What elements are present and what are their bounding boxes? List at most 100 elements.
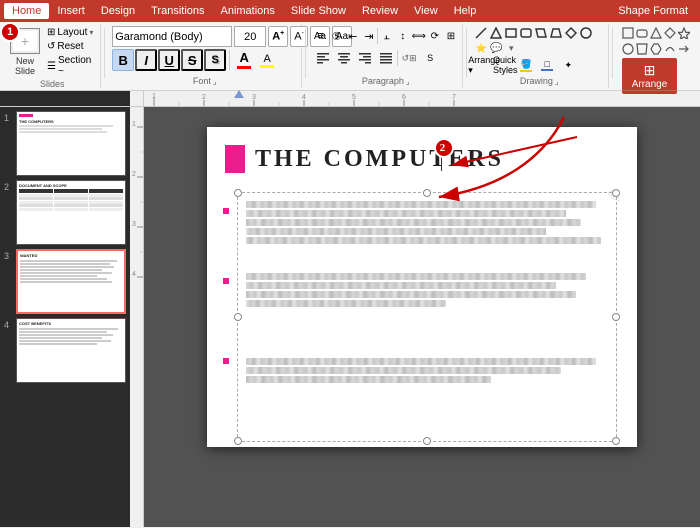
new-slide-button[interactable]: + New Slide 1 <box>8 26 42 78</box>
menu-view[interactable]: View <box>406 3 446 19</box>
shape-grid-4[interactable] <box>663 26 676 40</box>
smartart-button[interactable]: ⊞ <box>443 26 458 46</box>
slide-thumb-2[interactable]: DOCUMENT AND SCOPE <box>16 180 126 245</box>
menu-transitions[interactable]: Transitions <box>143 3 212 19</box>
shape-rect[interactable] <box>504 26 518 40</box>
font-size-input[interactable] <box>234 26 266 47</box>
shape-grid-2[interactable] <box>636 26 649 40</box>
menu-slideshow[interactable]: Slide Show <box>283 3 354 19</box>
shape-circle[interactable] <box>579 26 593 40</box>
shape-fill-button[interactable]: 🪣 <box>516 55 536 75</box>
shape-grid-5[interactable] <box>677 26 690 40</box>
slide-canvas[interactable]: THE COMPUTERS 2 ✎ <box>207 127 637 447</box>
menu-home[interactable]: Home <box>4 3 49 19</box>
menu-shapeformat[interactable]: Shape Format <box>610 3 696 19</box>
bold-button[interactable]: B <box>112 49 134 71</box>
quick-styles-button[interactable]: QuickStyles <box>495 55 515 75</box>
vertical-ruler: 1 2 3 4 <box>130 107 144 527</box>
thumb4-line1 <box>19 328 118 330</box>
handle-ml[interactable] <box>234 313 242 321</box>
shape-outline-button[interactable]: □ <box>537 55 557 75</box>
slide-editing-area: THE COMPUTERS 2 ✎ <box>144 107 700 527</box>
font-color-bar <box>237 66 251 69</box>
shape-effects-button[interactable]: ✦ <box>558 55 578 75</box>
svg-text:3: 3 <box>132 221 136 228</box>
font-expand-icon[interactable]: ⌟ <box>213 77 217 86</box>
handle-bc[interactable] <box>423 437 431 445</box>
numbering-button[interactable]: ⑤ <box>329 26 344 46</box>
arrange-group: ⊞ Arrange <box>616 24 696 88</box>
arrange-button[interactable]: Arrange ▾ <box>474 55 494 75</box>
shape-callout[interactable]: 💬 <box>489 41 503 55</box>
increase-indent-button[interactable]: ⇥ <box>361 26 376 46</box>
slides-buttons: + New Slide 1 ⊞ Layout ▾ ↺ <box>8 26 96 78</box>
bullets-button[interactable]: ≡ <box>313 26 328 46</box>
paragraph-expand-icon[interactable]: ⌟ <box>406 77 410 86</box>
shape-rounded-rect[interactable] <box>519 26 533 40</box>
thumb3-line6 <box>20 275 97 277</box>
highlight-color-button[interactable]: A <box>256 49 278 71</box>
text-shadow-btn[interactable]: S <box>420 48 440 68</box>
shadow-button[interactable]: S <box>204 49 226 71</box>
font-color-button[interactable]: A <box>233 49 255 71</box>
shape-star[interactable]: ⭐ <box>474 41 488 55</box>
shape-more[interactable]: ▾ <box>504 41 518 55</box>
line-spacing-button[interactable]: ↕ <box>395 26 410 46</box>
shape-grid-6[interactable] <box>622 42 635 56</box>
increase-font-button[interactable]: A+ <box>268 26 288 47</box>
text-box-selected[interactable] <box>237 192 617 442</box>
layout-icon: ⊞ <box>47 27 55 38</box>
thumb3-line2 <box>20 263 110 265</box>
italic-button[interactable]: I <box>135 49 157 71</box>
shape-diamond[interactable] <box>564 26 578 40</box>
slide-title-row: THE COMPUTERS 2 <box>207 127 637 181</box>
big-arrange-button[interactable]: ⊞ Arrange <box>622 58 677 94</box>
shape-grid-3[interactable] <box>650 26 663 40</box>
pink-bullet-2 <box>223 278 229 284</box>
handle-tl[interactable] <box>234 189 242 197</box>
slide-thumb-4[interactable]: COST BENEFITS <box>16 318 126 383</box>
shape-grid-9[interactable] <box>663 42 676 56</box>
shape-items-grid: ⊞ Arrange <box>622 26 690 94</box>
align-right-button[interactable] <box>355 48 375 68</box>
menu-animations[interactable]: Animations <box>213 3 283 19</box>
handle-tc[interactable] <box>423 189 431 197</box>
text-dir-button[interactable]: ⟳ <box>427 26 442 46</box>
handle-bl[interactable] <box>234 437 242 445</box>
drawing-expand-icon[interactable]: ⌟ <box>555 77 559 86</box>
menu-help[interactable]: Help <box>446 3 485 19</box>
shape-line[interactable] <box>474 26 488 40</box>
strikethrough-button[interactable]: S <box>181 49 203 71</box>
shape-gallery: ⭐ 💬 ▾ <box>474 26 604 55</box>
convert-smartart-button[interactable]: ↺⊞ <box>399 48 419 68</box>
align-left-button[interactable] <box>313 48 333 68</box>
menu-review[interactable]: Review <box>354 3 406 19</box>
shape-grid-7[interactable] <box>636 42 649 56</box>
shape-grid-10[interactable] <box>677 42 690 56</box>
section-button[interactable]: ☰ Section ~ <box>44 54 96 78</box>
shape-grid-8[interactable] <box>650 42 663 56</box>
blur-line-9 <box>246 300 446 307</box>
layout-label: Layout <box>57 27 87 38</box>
handle-br[interactable] <box>612 437 620 445</box>
slide-thumb-3[interactable]: WANTED <box>16 249 126 314</box>
justify-button[interactable] <box>376 48 396 68</box>
menu-insert[interactable]: Insert <box>49 3 93 19</box>
layout-button[interactable]: ⊞ Layout ▾ <box>44 26 96 39</box>
handle-mr[interactable] <box>612 313 620 321</box>
font-name-input[interactable] <box>112 26 232 47</box>
columns-button[interactable]: ⫠ <box>379 26 394 46</box>
handle-tr[interactable] <box>612 189 620 197</box>
slide-thumb-1[interactable]: THE COMPUTERS <box>16 111 126 176</box>
shape-arrow[interactable] <box>489 26 503 40</box>
blurred-text-row2 <box>246 273 608 307</box>
decrease-indent-button[interactable]: ⇤ <box>345 26 360 46</box>
underline-button[interactable]: U <box>158 49 180 71</box>
align-center-button[interactable] <box>334 48 354 68</box>
shape-parallelogram[interactable] <box>534 26 548 40</box>
shape-trapezoid[interactable] <box>549 26 563 40</box>
direction-button[interactable]: ⟺ <box>411 26 426 46</box>
reset-button[interactable]: ↺ Reset <box>44 40 96 53</box>
menu-design[interactable]: Design <box>93 3 143 19</box>
shape-grid-1[interactable] <box>622 26 635 40</box>
